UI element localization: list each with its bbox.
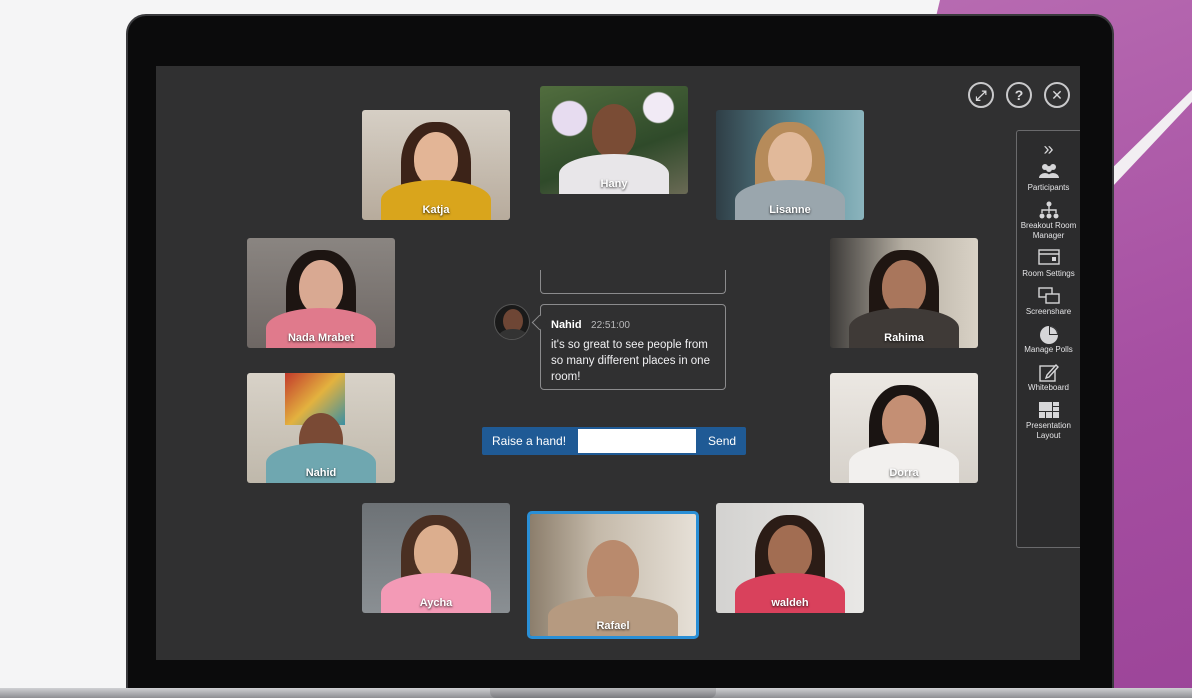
screens-icon (1037, 287, 1060, 307)
sidebar-item-label: Whiteboard (1028, 383, 1069, 392)
previous-chat-message (540, 270, 726, 294)
sidebar-item-label: Breakout Room Manager (1020, 221, 1077, 240)
sidebar-item-label: Participants (1027, 183, 1070, 192)
participant-name: Rafael (596, 620, 630, 632)
sidebar-item-participants[interactable]: Participants (1020, 163, 1078, 193)
participant-tile[interactable]: Hany (540, 86, 688, 194)
send-button[interactable]: Send (698, 427, 747, 455)
participant-tile[interactable]: Katja (362, 110, 510, 220)
layout-icon (1038, 401, 1060, 421)
sidebar-item-label: Presentation Layout (1026, 421, 1071, 440)
participant-name: Nada Mrabet (287, 332, 355, 344)
avatar (494, 304, 530, 340)
chat-message-input[interactable] (576, 427, 699, 455)
help-icon[interactable]: ? (1006, 82, 1032, 108)
participant-tile[interactable]: waldeh (716, 503, 864, 613)
chat-author: Nahid (551, 319, 582, 331)
sidebar-item-screenshare[interactable]: Screenshare (1020, 287, 1078, 317)
participant-name: Rahima (884, 332, 924, 344)
video-room-screen: Katja Hany Lisanne Nada Mrabet Nahid Rah… (156, 66, 1080, 660)
chat-input-bar: Raise a hand! Send (482, 427, 747, 455)
participant-name: Aycha (419, 597, 453, 609)
participant-tile[interactable]: Aycha (362, 503, 510, 613)
chat-timestamp: 22:51:00 (591, 320, 630, 331)
raise-hand-button[interactable]: Raise a hand! (482, 427, 577, 455)
participant-name: waldeh (771, 597, 809, 609)
participant-tile[interactable]: Lisanne (716, 110, 864, 220)
laptop-base-notch (490, 688, 716, 698)
sidebar-item-presentation-layout[interactable]: Presentation Layout (1020, 401, 1078, 441)
hierarchy-icon (1039, 201, 1059, 221)
sidebar-item-whiteboard[interactable]: Whiteboard (1020, 363, 1078, 393)
participant-tile[interactable]: Nahid (247, 373, 395, 483)
participant-tile[interactable]: Rahima (830, 238, 978, 348)
pencil-icon (1038, 363, 1059, 383)
room-sidebar: » Participants Breakout Room Manager Roo… (1016, 130, 1080, 548)
close-icon[interactable]: ✕ (1044, 82, 1070, 108)
sidebar-item-breakout-room-manager[interactable]: Breakout Room Manager (1020, 201, 1078, 241)
sidebar-item-manage-polls[interactable]: Manage Polls (1020, 325, 1078, 355)
participant-name: Nahid (305, 467, 337, 479)
chat-message-text: it's so great to see people from so many… (551, 339, 710, 383)
pie-icon (1039, 325, 1059, 345)
sidebar-item-label: Room Settings (1022, 269, 1075, 278)
participant-name: Lisanne (769, 204, 811, 216)
participant-name: Katja (422, 204, 450, 216)
sidebar-item-label: Manage Polls (1024, 345, 1073, 354)
sidebar-item-room-settings[interactable]: Room Settings (1020, 249, 1078, 279)
window-controls: ⤢ ? ✕ (968, 82, 1070, 108)
participant-tile-active-speaker[interactable]: Rafael (527, 511, 699, 639)
participant-tile[interactable]: Nada Mrabet (247, 238, 395, 348)
expand-icon[interactable]: ⤢ (968, 82, 994, 108)
participant-name: Dorra (889, 467, 919, 479)
chat-message: Nahid 22:51:00 it's so great to see peop… (540, 304, 726, 390)
sidebar-item-label: Screenshare (1025, 307, 1072, 316)
video-feed (530, 514, 696, 636)
chevrons-right-icon[interactable]: » (1043, 139, 1053, 159)
participant-tile[interactable]: Dorra (830, 373, 978, 483)
window-icon (1037, 249, 1060, 269)
people-icon (1038, 163, 1060, 183)
participant-name: Hany (600, 178, 628, 190)
